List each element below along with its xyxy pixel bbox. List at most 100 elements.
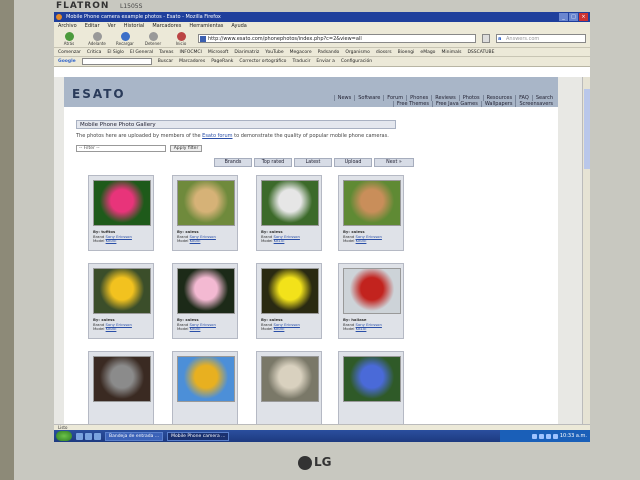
taskbar-item-inbox[interactable]: Bandeja de entrada ... [105,431,164,441]
home-button[interactable]: Inicio [170,31,192,46]
photo-card[interactable]: By: hallase Brand Sony Ericsson Model K810… [338,263,404,339]
photo-card[interactable]: By: xaless Brand Sony Ericsson Model K800i [88,263,154,339]
back-button[interactable]: Atrás [58,31,80,46]
photo-thumbnail[interactable] [177,268,235,314]
bookmark-item[interactable]: Bioengi [398,48,415,56]
bookmark-item[interactable]: Tareas [159,48,173,56]
settings-button[interactable]: Configuración [341,57,372,66]
photo-card[interactable]: By: xaless Brand Sony Ericsson Model K800i [338,175,404,251]
photo-model-link[interactable]: K800i [190,326,201,331]
tab-brands[interactable]: Brands [214,158,252,167]
bookmark-item[interactable]: Diarimatriz [234,48,259,56]
photo-model-link[interactable]: K800i [356,238,367,243]
bookmark-item[interactable]: Megacore [290,48,312,56]
google-search-button[interactable]: Buscar [158,57,173,66]
nav-free-java-games[interactable]: Free Java Games [431,101,481,107]
photo-model-link[interactable]: K800i [190,238,201,243]
photo-thumbnail[interactable] [177,356,235,402]
menu-archivo[interactable]: Archivo [58,22,77,30]
photo-card[interactable]: By: tufitos Brand Sony Ericsson Model K800… [88,175,154,251]
tray-icon[interactable] [538,433,544,439]
menu-marcadores[interactable]: Marcadores [152,22,181,30]
nav-screensavers[interactable]: Screensavers [515,101,556,107]
filter-select[interactable]: -- Filter -- [76,145,166,152]
photo-thumbnail[interactable] [261,180,319,226]
site-logo[interactable]: ESATO [72,87,126,101]
photo-card[interactable] [88,351,154,424]
apply-filter-button[interactable]: Apply filter [170,145,202,152]
photo-thumbnail[interactable] [93,268,151,314]
minimize-button[interactable]: _ [559,13,568,21]
menu-ayuda[interactable]: Ayuda [231,22,246,30]
photo-thumbnail[interactable] [343,268,401,314]
photo-model-link[interactable]: K800i [106,326,117,331]
search-input[interactable]: a Answers.com [496,34,586,43]
photo-card[interactable]: By: xaless Brand Sony Ericsson Model K800i [256,263,322,339]
scrollbar-thumb[interactable] [584,89,590,169]
tray-icon[interactable] [552,433,558,439]
bookmark-item[interactable]: El Siglo [107,48,124,56]
menu-ver[interactable]: Ver [108,22,116,30]
tab-top-rated[interactable]: Top rated [254,158,292,167]
photo-model-link[interactable]: K810i [274,238,285,243]
photo-card[interactable]: By: xaless Brand Sony Ericsson Model K810i [256,175,322,251]
photo-thumbnail[interactable] [93,356,151,402]
bookmark-item[interactable]: Padsando [318,48,340,56]
photo-thumbnail[interactable] [261,356,319,402]
close-button[interactable]: × [579,13,588,21]
nav-software[interactable]: Software [354,95,383,101]
photo-thumbnail[interactable] [343,356,401,402]
bookmark-item[interactable]: DSSCATUBE [467,48,494,56]
google-search-input[interactable] [81,58,152,65]
quicklaunch-icon[interactable] [76,432,83,440]
photo-model-link[interactable]: K810i [356,326,367,331]
photo-card[interactable] [338,351,404,424]
reload-button[interactable]: Recargar [114,31,136,46]
spellcheck-button[interactable]: Corrector ortográfico [239,57,286,66]
nav-news[interactable]: News [333,95,355,101]
photo-card[interactable]: By: xaless Brand Sony Ericsson Model K800i [172,175,238,251]
tab-latest[interactable]: Latest [294,158,332,167]
tab-upload[interactable]: Upload [334,158,372,167]
nav-free-themes[interactable]: Free Themes [392,101,432,107]
send-to-button[interactable]: Enviar a [316,57,334,66]
photo-thumbnail[interactable] [177,180,235,226]
go-button[interactable] [482,34,490,43]
bookmark-item[interactable]: YouTube [265,48,283,56]
quicklaunch-icon[interactable] [85,432,92,440]
photo-thumbnail[interactable] [261,268,319,314]
bookmark-item[interactable]: Critica [87,48,102,56]
bookmark-item[interactable]: INFOCMCI [180,48,202,56]
vertical-scrollbar[interactable] [582,77,590,424]
quicklaunch-icon[interactable] [94,432,101,440]
bookmark-item[interactable]: Minimals [441,48,461,56]
maximize-button[interactable]: □ [569,13,578,21]
menu-herramientas[interactable]: Herramientas [189,22,223,30]
taskbar-item-firefox[interactable]: Mobile Phone camera ... [167,431,230,441]
bookmark-item[interactable]: diossrs [376,48,392,56]
bookmark-item[interactable]: Microsoft [208,48,228,56]
photo-card[interactable] [172,351,238,424]
bookmark-item[interactable]: eMago [420,48,435,56]
google-bookmarks-button[interactable]: Marcadores [179,57,205,66]
menu-historial[interactable]: Historial [124,22,145,30]
photo-card[interactable] [256,351,322,424]
url-bar[interactable]: http://www.esato.com/phonephotos/index.p… [198,34,476,43]
photo-card[interactable]: By: xaless Brand Sony Ericsson Model K800i [172,263,238,339]
stop-button[interactable]: Detener [142,31,164,46]
tab-next[interactable]: Next » [374,158,414,167]
photo-thumbnail[interactable] [343,180,401,226]
photo-model-link[interactable]: K800i [106,238,117,243]
menu-editar[interactable]: Editar [85,22,100,30]
bookmark-item[interactable]: Organismo [345,48,370,56]
bookmark-item[interactable]: El General [130,48,153,56]
photo-thumbnail[interactable] [93,180,151,226]
tray-icon[interactable] [545,433,551,439]
photo-model-link[interactable]: K800i [274,326,285,331]
tray-icon[interactable] [531,433,537,439]
forward-button[interactable]: Adelante [86,31,108,46]
translate-button[interactable]: Traducir [292,57,310,66]
nav-wallpapers[interactable]: Wallpapers [480,101,516,107]
start-button[interactable] [56,431,72,441]
esato-forum-link[interactable]: Esato forum [202,133,232,139]
